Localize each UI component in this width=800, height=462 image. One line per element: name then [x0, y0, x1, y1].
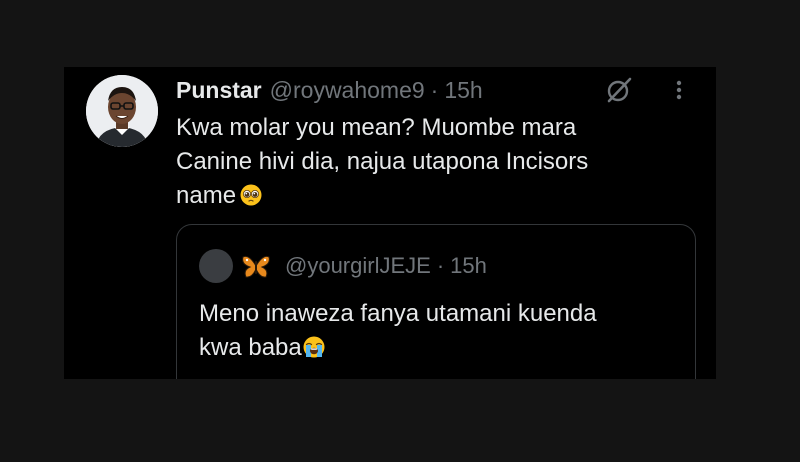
author-avatar[interactable] [86, 75, 158, 147]
tweet-text-line: name [176, 179, 696, 213]
pleading-face-emoji [240, 184, 262, 206]
quoted-tweet-text: Meno inaweza fanya utamani kuenda kwa ba… [199, 297, 597, 365]
separator-dot: · [430, 76, 439, 103]
tweet-text-line: Kwa molar you mean? Muombe mara [176, 114, 577, 141]
quoted-tweet-timestamp: 15h [450, 253, 487, 278]
quoted-author-handle[interactable]: @yourgirlJEJE [285, 253, 431, 279]
tweet-header: Punstar @roywahome9 · 15h [176, 75, 483, 105]
author-handle[interactable]: @roywahome9 [270, 77, 425, 104]
quoted-tweet-header: @yourgirlJEJE · 15h [285, 249, 487, 283]
separator-dot: · [436, 253, 445, 278]
loudly-crying-face-emoji [303, 336, 325, 358]
tweet-text: Kwa molar you mean? Muombe mara Canine h… [176, 111, 696, 213]
avatar-photo [86, 75, 158, 147]
tweet-timestamp[interactable]: 15h [444, 77, 482, 104]
grok-icon[interactable] [604, 75, 634, 105]
quoted-text-line: kwa baba [199, 331, 597, 365]
more-icon[interactable] [668, 75, 690, 105]
quoted-text-line: Meno inaweza fanya utamani kuenda [199, 300, 597, 327]
butterfly-icon [242, 255, 270, 278]
quoted-author-avatar[interactable] [199, 249, 233, 283]
tweet-text-line: Canine hivi dia, najua utapona Incisors [176, 148, 589, 175]
tweet-text-line-end: name [176, 182, 237, 209]
author-display-name[interactable]: Punstar [176, 77, 262, 104]
tweet-card[interactable]: Punstar @roywahome9 · 15h Kwa molar you … [64, 67, 716, 379]
quoted-text-line-end: kwa baba [199, 334, 302, 361]
quoted-tweet-card[interactable]: @yourgirlJEJE · 15h Meno inaweza fanya u… [176, 224, 696, 379]
